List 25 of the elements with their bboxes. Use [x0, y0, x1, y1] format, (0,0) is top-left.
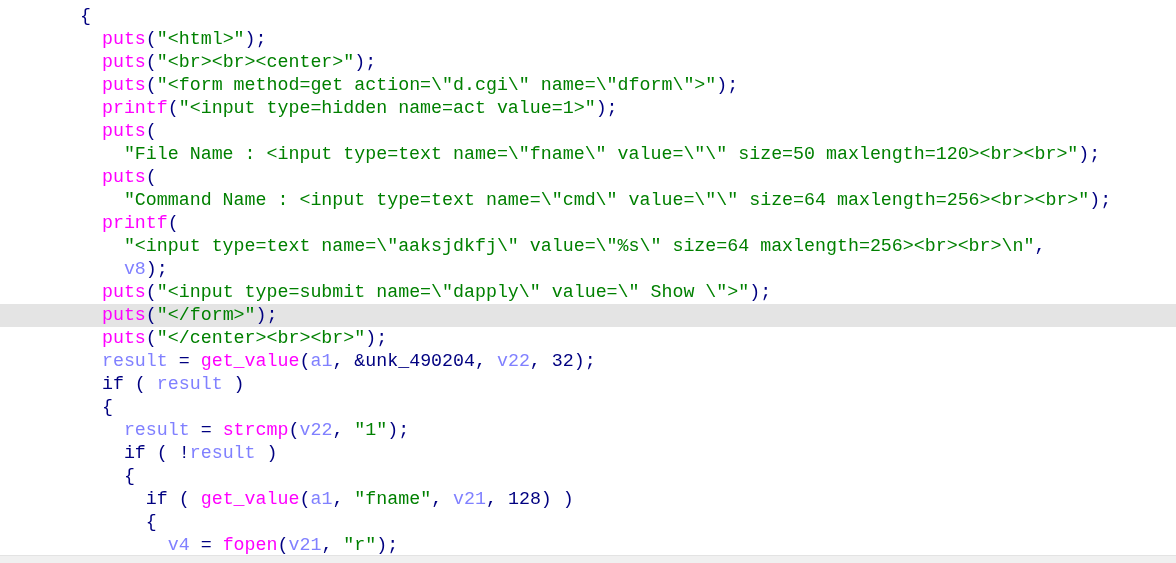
code-line: puts(	[100, 167, 157, 187]
code-line: puts("<form method=get action=\"d.cgi\" name=\"dform\">");	[100, 75, 739, 95]
code-line: "<input type=text name=\"aaksjdkfj\" value=\"%s\" size=64 maxlength=256><br><br>\n",	[122, 236, 1046, 256]
code-line: if ( !result )	[122, 443, 278, 463]
code-line: {	[100, 397, 113, 417]
code-line: puts("<br><br><center>");	[100, 52, 377, 72]
code-line: {	[80, 6, 91, 26]
code-line: if ( get_value(a1, "fname", v21, 128) )	[144, 489, 574, 509]
code-line: puts(	[100, 121, 157, 141]
code-line: v4 = fopen(v21, "r");	[166, 535, 399, 555]
code-line: {	[144, 512, 157, 532]
code-line: puts("</form>");	[100, 305, 278, 325]
code-line: "File Name : <input type=text name=\"fname\" value=\"\" size=50 maxlength=120><br><br>");	[122, 144, 1101, 164]
code-line: result = strcmp(v22, "1");	[122, 420, 410, 440]
code-line: result = get_value(a1, &unk_490204, v22, 32);	[100, 351, 596, 371]
code-line: printf(	[100, 213, 179, 233]
code-line: if ( result )	[100, 374, 245, 394]
code-line: {	[122, 466, 135, 486]
scrollbar[interactable]	[0, 555, 1176, 563]
code-line: puts("</center><br><br>");	[100, 328, 388, 348]
code-line: "Command Name : <input type=text name=\"cmd\" value=\"\" size=64 maxlength=256><br><br>");	[122, 190, 1112, 210]
code-line: printf("<input type=hidden name=act value=1>");	[100, 98, 618, 118]
code-line: v8);	[122, 259, 168, 279]
code-line: puts("<input type=submit name=\"dapply\" value=\" Show \">");	[100, 282, 772, 302]
code-line: puts("<html>");	[100, 29, 267, 49]
